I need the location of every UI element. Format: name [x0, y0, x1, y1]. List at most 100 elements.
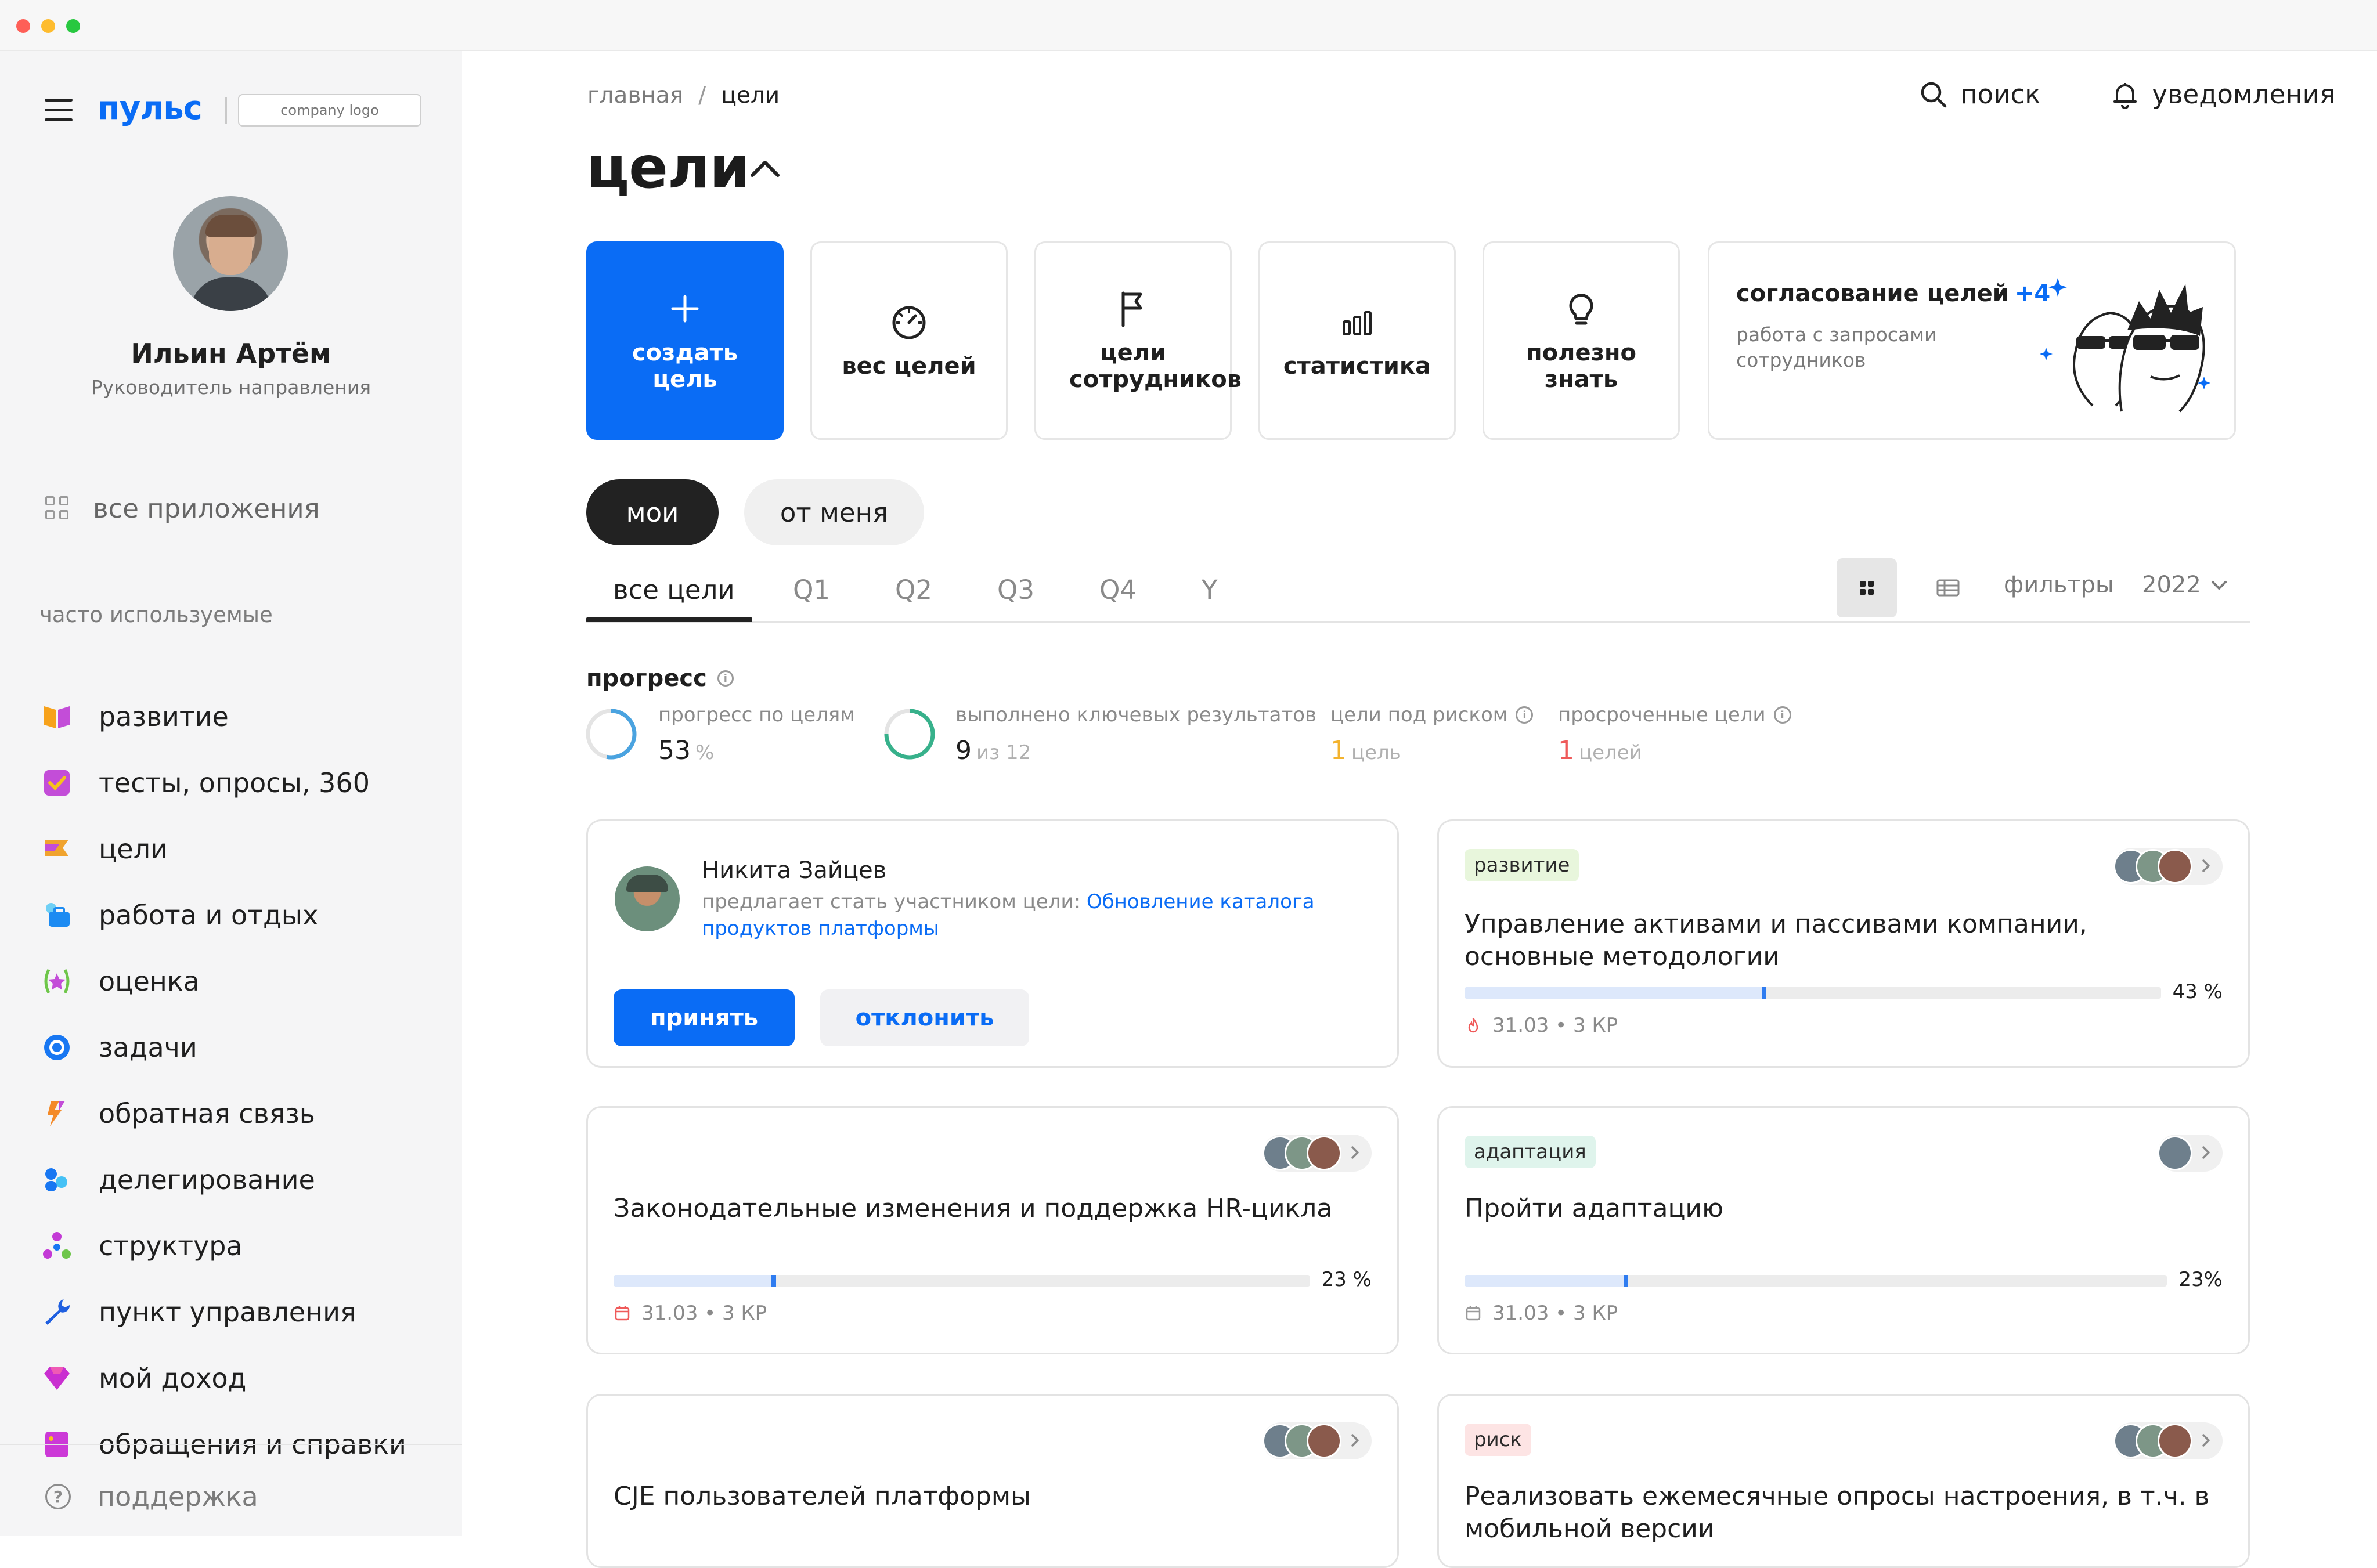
tab-q3[interactable]: Q3 — [997, 575, 1034, 605]
sidebar-item-label: делегирование — [99, 1164, 315, 1195]
filters-button[interactable]: фильтры — [2004, 572, 2114, 598]
calendar-icon — [615, 1306, 630, 1321]
goal-progress-fill — [1465, 1275, 1626, 1287]
stat-goals-at-risk: цели под риском i 1 цель — [1330, 703, 1534, 765]
create-goal-label: создать цель — [632, 339, 738, 393]
support-link[interactable]: ? поддержка — [45, 1481, 258, 1512]
statistics-button[interactable]: статистика — [1258, 241, 1456, 440]
year-select[interactable]: 2022 — [2142, 572, 2229, 598]
gauge-icon — [892, 306, 926, 339]
participants-avatars[interactable] — [2113, 1422, 2223, 1459]
sidebar-item-tasks[interactable]: задачи — [42, 1014, 406, 1081]
goal-card[interactable]: развитие Управление активами и пассивами… — [1437, 819, 2250, 1068]
book-icon — [44, 706, 70, 728]
goal-card[interactable]: адаптация Пройти адаптацию 23% 31.03 • 3… — [1437, 1106, 2250, 1354]
breadcrumb-current: цели — [721, 82, 780, 109]
sidebar-nav: развитие тесты, опросы, 360 цели работа … — [42, 684, 406, 1477]
sidebar-item-control-panel[interactable]: пункт управления — [42, 1279, 406, 1345]
participant-avatar — [2158, 1424, 2192, 1458]
info-icon[interactable]: i — [1516, 706, 1534, 724]
stat-unit: цель — [1351, 741, 1401, 764]
tab-q2[interactable]: Q2 — [895, 575, 932, 605]
sidebar-item-assessment[interactable]: оценка — [42, 948, 406, 1014]
goal-title: Законодательные изменения и поддержка HR… — [614, 1194, 1333, 1223]
goal-meta-text: 31.03 • 3 КР — [641, 1302, 767, 1325]
participants-avatars[interactable] — [1263, 1422, 1372, 1459]
goal-meta: 31.03 • 3 КР — [1465, 1302, 1618, 1325]
sidebar-item-delegation[interactable]: делегирование — [42, 1147, 406, 1213]
invitation-text: предлагает стать участником цели: Обновл… — [702, 888, 1364, 942]
decline-button[interactable]: отклонить — [820, 989, 1029, 1046]
goal-meta-text: 31.03 • 3 КР — [1492, 1302, 1618, 1325]
goal-progress-fill — [1465, 987, 1764, 999]
goal-progress-bar — [1465, 1275, 2167, 1287]
search-button[interactable]: поиск — [1918, 79, 2040, 110]
grid-view-button[interactable] — [1837, 558, 1897, 617]
participants-avatars[interactable] — [1263, 1135, 1372, 1172]
tab-q4[interactable]: Q4 — [1099, 575, 1137, 605]
stat-label: прогресс по целям — [658, 703, 855, 727]
sidebar-item-work-rest[interactable]: работа и отдых — [42, 882, 406, 948]
table-view-button[interactable] — [1918, 558, 1978, 617]
stat-unit: % — [695, 741, 715, 764]
sidebar-item-income[interactable]: мой доход — [42, 1345, 406, 1411]
tab-year[interactable]: Y — [1202, 575, 1218, 605]
breadcrumb-home[interactable]: главная — [587, 82, 683, 109]
goal-progress-ring — [586, 709, 637, 760]
stat-value: 53 — [658, 736, 691, 765]
create-goal-button[interactable]: создать цель — [586, 241, 784, 440]
stat-label: выполнено ключевых результатов — [955, 703, 1317, 727]
notifications-button[interactable]: уведомления — [2110, 79, 2335, 110]
sidebar-item-goals[interactable]: цели — [42, 816, 406, 882]
plus-icon — [671, 295, 699, 323]
app-logo[interactable]: пульс — [98, 89, 203, 127]
all-apps-link[interactable]: все приложения — [45, 493, 320, 524]
stat-label: цели под риском — [1330, 703, 1508, 727]
sidebar-item-development[interactable]: развитие — [42, 684, 406, 750]
maximize-window-button[interactable] — [66, 19, 80, 33]
menu-icon[interactable] — [45, 99, 73, 122]
goal-progress-marker — [1762, 987, 1766, 999]
goal-progress-marker — [1624, 1275, 1629, 1287]
diamond-icon — [44, 1367, 70, 1390]
sidebar-item-label: развитие — [99, 701, 229, 732]
stat-goal-progress: прогресс по целям 53% — [658, 703, 855, 765]
key-results-ring — [884, 709, 935, 760]
invitation-message: предлагает стать участником цели: — [702, 890, 1081, 913]
info-icon[interactable]: i — [717, 670, 734, 687]
sidebar-item-structure[interactable]: структура — [42, 1213, 406, 1279]
briefcase-icon — [46, 903, 70, 927]
user-avatar[interactable] — [173, 196, 288, 311]
goal-weight-button[interactable]: вес целей — [810, 241, 1008, 440]
close-window-button[interactable] — [16, 19, 30, 33]
inviter-avatar[interactable] — [615, 866, 680, 931]
info-icon[interactable]: i — [1773, 706, 1791, 724]
window-titlebar — [0, 0, 2377, 51]
segment-from-me[interactable]: от меня — [744, 479, 924, 545]
bar-chart-icon — [1343, 311, 1372, 335]
stat-value: 1 — [1330, 736, 1347, 765]
bell-icon — [2113, 82, 2137, 109]
employee-goals-button[interactable]: цели сотрудников — [1034, 241, 1242, 440]
user-name: Ильин Артём — [131, 338, 331, 369]
participant-avatar — [1307, 1424, 1341, 1458]
sidebar-item-tests[interactable]: тесты, опросы, 360 — [42, 750, 406, 816]
sidebar-item-label: оценка — [99, 966, 200, 997]
sidebar-item-feedback[interactable]: обратная связь — [42, 1081, 406, 1147]
goal-card[interactable]: Законодательные изменения и поддержка HR… — [586, 1106, 1399, 1354]
goal-title: Реализовать ежемесячные опросы настроени… — [1465, 1482, 2210, 1544]
minimize-window-button[interactable] — [41, 19, 55, 33]
useful-info-button[interactable]: полезно знать — [1483, 241, 1680, 440]
goal-card[interactable]: риск Реализовать ежемесячные опросы наст… — [1437, 1394, 2250, 1568]
chevron-up-icon[interactable] — [749, 157, 781, 180]
segment-mine[interactable]: мои — [586, 479, 719, 545]
tab-all-goals[interactable]: все цели — [613, 575, 735, 605]
goal-approval-card[interactable]: согласование целей +4 работа с запросами … — [1708, 241, 2236, 440]
accept-button[interactable]: принять — [614, 989, 795, 1046]
goal-card[interactable]: CJE пользователей платформы — [586, 1394, 1399, 1568]
progress-title-text: прогресс — [586, 665, 707, 692]
sidebar-item-label: работа и отдых — [99, 899, 319, 931]
participants-avatars[interactable] — [2158, 1135, 2223, 1172]
tab-q1[interactable]: Q1 — [793, 575, 830, 605]
participants-avatars[interactable] — [2113, 848, 2223, 885]
